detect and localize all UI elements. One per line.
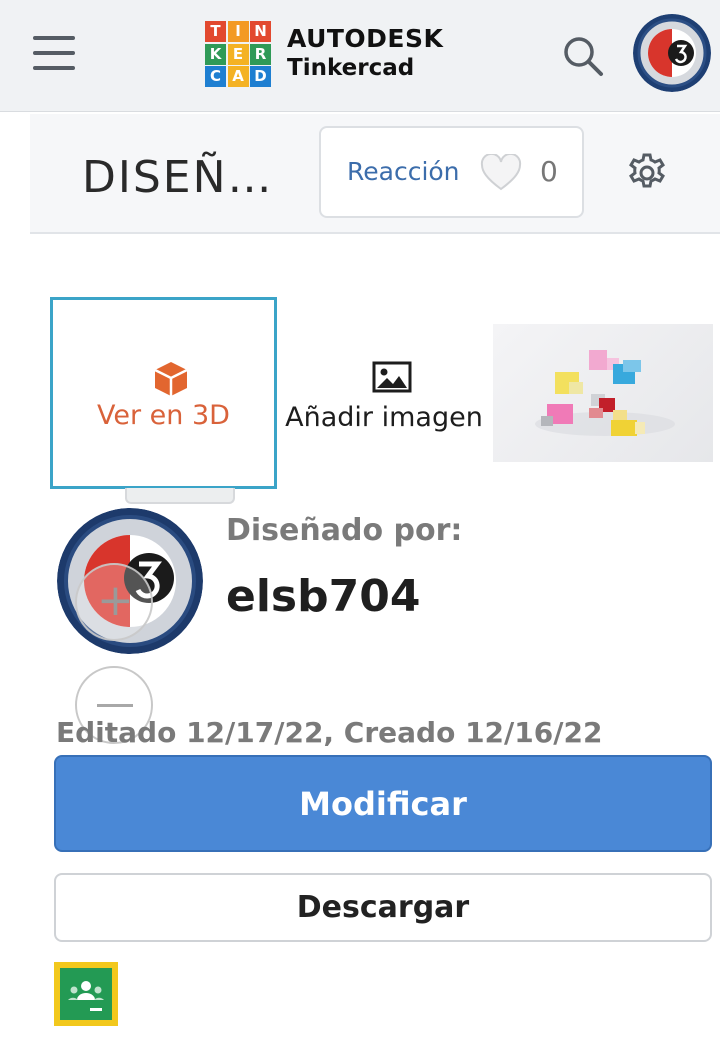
view-in-3d-tab[interactable]: Ver en 3D bbox=[50, 297, 277, 489]
modify-button[interactable]: Modificar bbox=[54, 755, 712, 852]
reaction-count: 0 bbox=[540, 155, 558, 188]
logo-letter: T bbox=[205, 21, 226, 42]
tab-indicator bbox=[125, 488, 235, 504]
top-app-bar: T I N K E R C A D AUTODESK Tinkercad bbox=[0, 0, 720, 112]
logo-letter: K bbox=[205, 43, 226, 65]
logo-letter-grid: T I N K E R C A D bbox=[205, 21, 271, 87]
logo-letter: D bbox=[250, 66, 271, 87]
heart-icon bbox=[480, 152, 522, 192]
cube-icon bbox=[153, 360, 189, 398]
logo-letter: N bbox=[250, 21, 271, 42]
add-image-tab[interactable]: Añadir imagen bbox=[278, 300, 490, 486]
gear-icon[interactable] bbox=[626, 152, 668, 194]
google-classroom-button[interactable] bbox=[54, 962, 118, 1026]
design-title: DISEÑ… bbox=[82, 152, 274, 203]
designer-username[interactable]: elsb704 bbox=[226, 571, 420, 622]
zoom-in-button[interactable]: + bbox=[75, 563, 153, 641]
hamburger-icon[interactable] bbox=[33, 36, 75, 70]
reaction-button[interactable]: Reacción 0 bbox=[319, 126, 584, 218]
logo-letter: C bbox=[205, 66, 226, 87]
product-name: Tinkercad bbox=[287, 55, 415, 81]
logo-letter: E bbox=[227, 43, 249, 65]
image-icon bbox=[372, 361, 412, 393]
user-avatar[interactable] bbox=[633, 14, 711, 92]
download-button[interactable]: Descargar bbox=[54, 873, 712, 942]
logo-letter: A bbox=[227, 66, 249, 87]
reaction-label: Reacción bbox=[347, 157, 460, 186]
logo-letter: R bbox=[250, 43, 271, 65]
google-classroom-icon bbox=[60, 968, 112, 1020]
view-in-3d-label: Ver en 3D bbox=[97, 400, 230, 431]
edit-dates: Editado 12/17/22, Creado 12/16/22 bbox=[56, 716, 603, 749]
design-header: DISEÑ… Reacción 0 bbox=[30, 114, 720, 234]
add-image-label: Añadir imagen bbox=[285, 402, 483, 433]
brand-name: AUTODESK bbox=[287, 24, 444, 53]
search-icon[interactable] bbox=[560, 33, 606, 79]
logo-letter: I bbox=[227, 21, 249, 42]
design-thumbnail[interactable] bbox=[493, 324, 713, 462]
tinkercad-logo[interactable]: T I N K E R C A D AUTODESK Tinkercad bbox=[205, 21, 455, 87]
designed-by-label: Diseñado por: bbox=[226, 513, 463, 548]
